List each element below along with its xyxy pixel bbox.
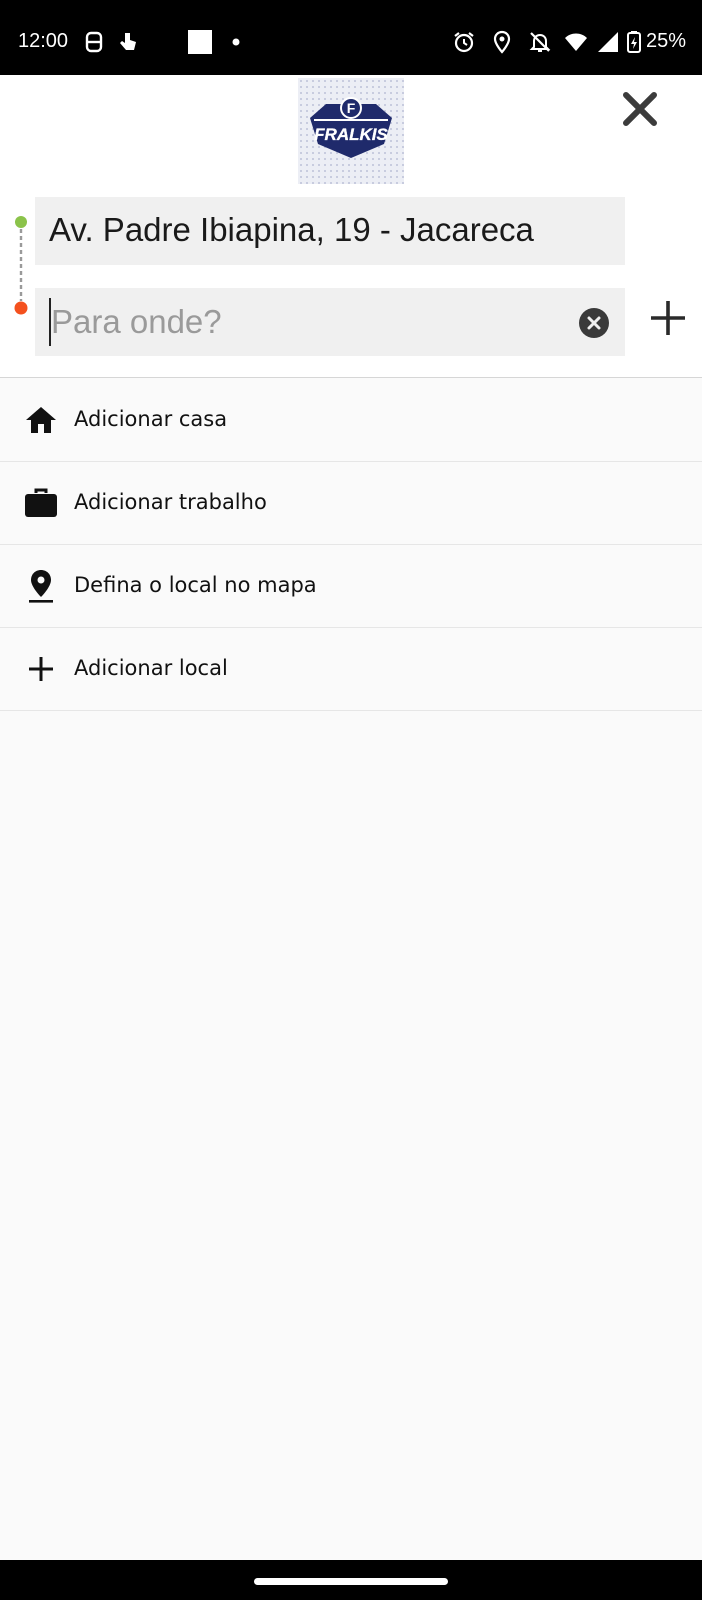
dot-icon (232, 38, 240, 46)
briefcase-icon (25, 488, 57, 517)
plus-icon (29, 657, 53, 681)
places-list: Adicionar casa Adicionar trabalho Defina… (0, 379, 702, 711)
destination-field[interactable] (35, 288, 625, 356)
square-icon (188, 30, 212, 54)
sim-icon (85, 31, 103, 53)
list-item-add-work[interactable]: Adicionar trabalho (0, 462, 702, 545)
logo-emblem: F FRALKIS (298, 78, 404, 184)
list-item-add-place[interactable]: Adicionar local (0, 628, 702, 711)
destination-dot (14, 301, 28, 315)
home-gesture-handle[interactable] (254, 1578, 448, 1585)
signal-icon (598, 32, 618, 52)
location-icon (493, 30, 511, 54)
status-time: 12:00 (18, 30, 69, 52)
battery-icon (627, 31, 641, 53)
list-item-label: Adicionar casa (74, 407, 228, 431)
list-item-add-home[interactable]: Adicionar casa (0, 379, 702, 462)
origin-dot (15, 216, 27, 228)
origin-field[interactable]: Av. Padre Ibiapina, 19 - Jacareca (35, 197, 625, 265)
logo-text: FRALKIS (314, 125, 388, 144)
list-item-label: Adicionar local (74, 656, 228, 680)
navigation-bar (0, 1560, 702, 1600)
list-item-set-on-map[interactable]: Defina o local no mapa (0, 545, 702, 628)
home-icon (26, 407, 56, 433)
map-pin-icon (29, 570, 53, 603)
destination-input[interactable] (49, 298, 549, 346)
app-logo: F FRALKIS (298, 78, 404, 184)
touch-icon (120, 33, 136, 50)
route-header: F FRALKIS Av. Padre Ibiapina, 19 - Jacar… (0, 75, 702, 378)
alarm-icon (454, 32, 474, 53)
logo-letter: F (347, 100, 356, 116)
status-bar: 12:00 25% (0, 0, 702, 75)
wifi-icon (565, 33, 587, 51)
bell-off-icon (529, 32, 551, 52)
clear-icon[interactable] (579, 308, 609, 338)
add-stop-icon[interactable] (648, 298, 688, 338)
list-item-label: Adicionar trabalho (74, 490, 267, 514)
battery-percent: 25% (645, 30, 686, 52)
close-icon[interactable] (620, 89, 660, 129)
route-indicator (14, 216, 28, 315)
origin-address: Av. Padre Ibiapina, 19 - Jacareca (49, 211, 534, 248)
list-item-label: Defina o local no mapa (74, 573, 317, 597)
